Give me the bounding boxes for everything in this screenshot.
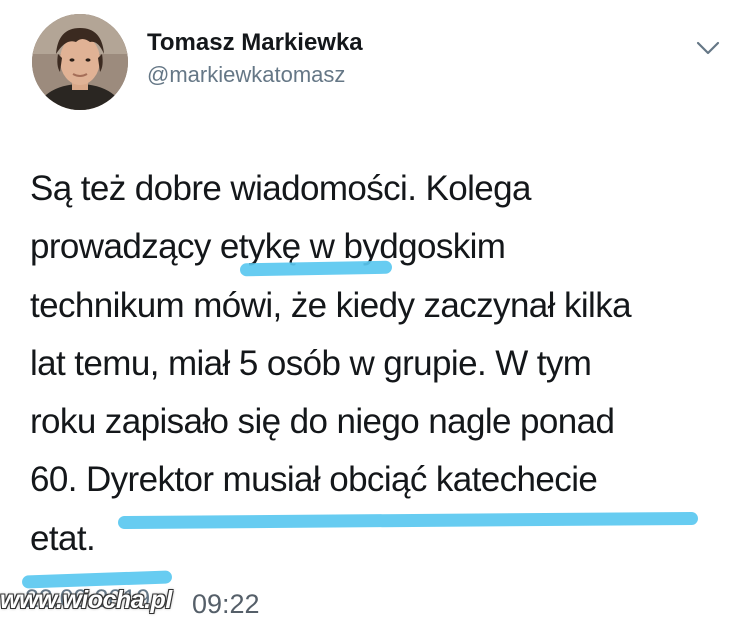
watermark: www.wiocha.pl bbox=[0, 586, 172, 614]
highlighter-mark-etyke bbox=[239, 260, 393, 277]
author-block[interactable]: Tomasz Markiewka @markiewkatomasz bbox=[147, 28, 363, 90]
tweet-text-line: technikum mówi, że kiedy zaczynał kilka bbox=[30, 285, 632, 325]
tweet-card: Tomasz Markiewka @markiewkatomasz Są też… bbox=[0, 0, 746, 632]
avatar[interactable] bbox=[32, 14, 128, 110]
author-display-name[interactable]: Tomasz Markiewka bbox=[147, 28, 363, 58]
tweet-text: Są też dobre wiadomości. Kolega prowadzą… bbox=[30, 160, 730, 568]
author-handle[interactable]: @markiewkatomasz bbox=[147, 60, 363, 90]
tweet-text-line: 60. Dyrektor musiał obciąć katechecie bbox=[30, 460, 598, 500]
avatar-photo bbox=[32, 14, 128, 110]
tweet-text-line: Są też dobre wiadomości. Kolega bbox=[30, 169, 531, 208]
tweet-text-line: lat temu, miał 5 osób w grupie. W tym bbox=[30, 343, 592, 383]
tweet-text-line: roku zapisało się do niego nagle ponad bbox=[30, 402, 615, 442]
tweet-time[interactable]: 09:22 bbox=[192, 589, 260, 620]
chevron-down-icon[interactable] bbox=[694, 38, 722, 58]
